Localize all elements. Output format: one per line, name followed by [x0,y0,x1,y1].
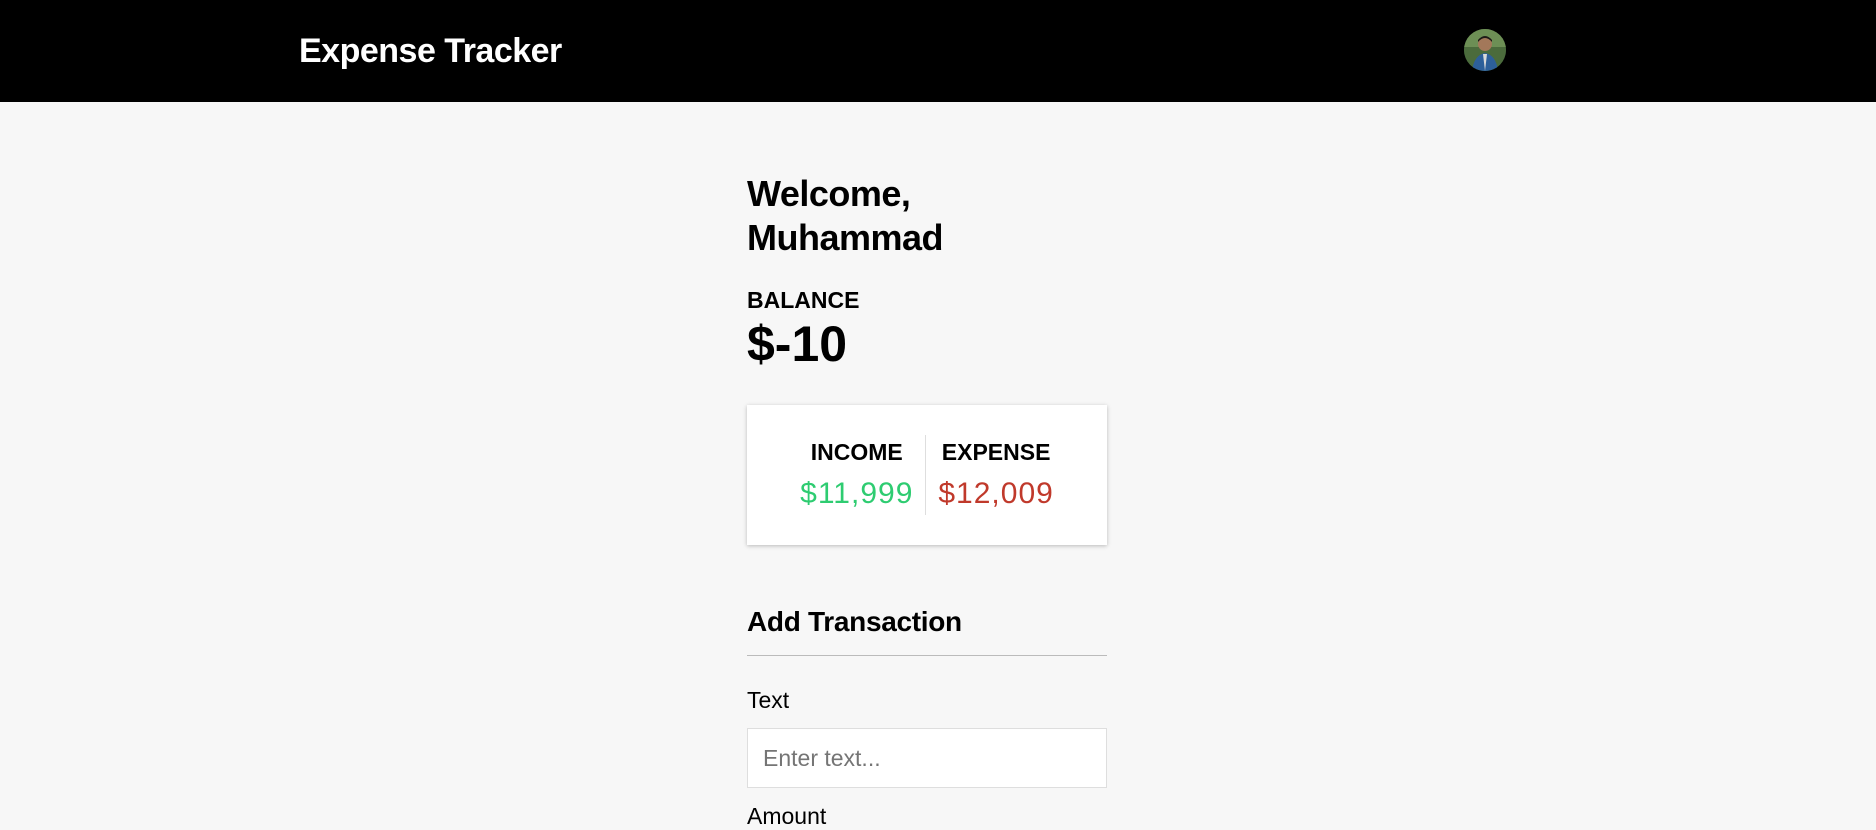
text-field-label: Text [747,687,790,713]
income-value: $11,999 [800,477,914,510]
expense-label: EXPENSE [941,439,1051,465]
income-expense-card: INCOME $11,999 EXPENSE $12,009 [747,405,1107,545]
user-avatar-icon[interactable] [1464,29,1506,71]
expense-section: EXPENSE $12,009 [926,438,1065,512]
app-title: Expense Tracker [299,32,562,70]
add-transaction-heading: Add Transaction [747,605,1107,656]
amount-field-label: Amount [747,803,827,829]
text-input[interactable] [747,728,1107,788]
income-label: INCOME [810,439,903,465]
welcome-heading: Welcome, Muhammad [747,173,944,258]
income-section: INCOME $11,999 [788,438,925,512]
balance-value: $-10 [747,316,848,372]
main-container: Welcome, Muhammad BALANCE $-10 INCOME $1… [747,172,1107,830]
expense-value: $12,009 [938,477,1054,510]
navbar: Expense Tracker [0,0,1876,102]
balance-label: BALANCE [747,287,860,313]
